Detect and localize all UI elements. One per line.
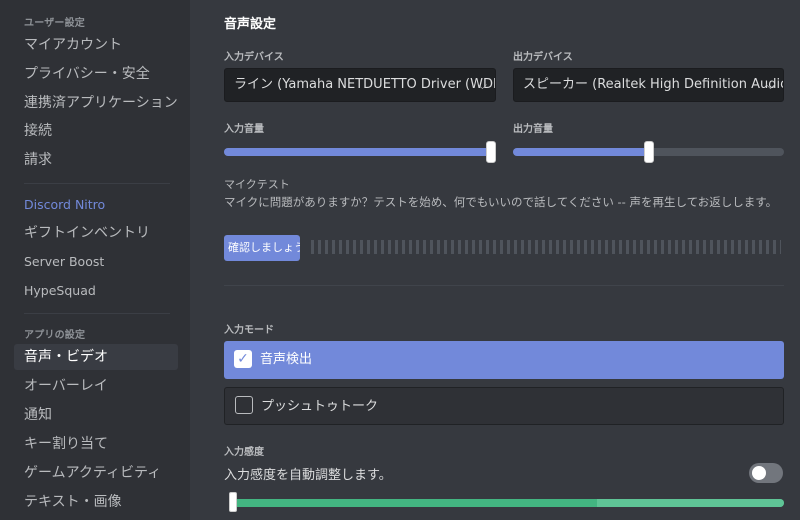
checkmark-icon: ✓	[234, 350, 252, 368]
output-device-label: 出力デバイス	[513, 52, 573, 63]
sidebar-item-gift-inventory[interactable]: ギフトインベントリ	[14, 220, 178, 246]
input-volume-slider[interactable]	[224, 141, 496, 163]
sensitivity-handle[interactable]	[229, 492, 237, 512]
sidebar-separator	[24, 183, 170, 184]
input-device-label: 入力デバイス	[224, 52, 284, 63]
sidebar-item-my-account[interactable]: マイアカウント	[14, 32, 178, 58]
mic-test-description: マイクに問題がありますか？テストを始め、何でもいいので話してください -- 声を…	[224, 195, 778, 209]
input-volume-label: 入力音量	[224, 124, 264, 135]
voice-settings-panel: 音声設定 入力デバイス 出力デバイス ライン (Yamaha NETDUETTO…	[190, 0, 800, 520]
input-mode-voice-activity[interactable]: ✓ 音声検出	[224, 341, 784, 379]
sidebar-item-hypesquad[interactable]: HypeSquad	[14, 278, 178, 304]
mic-level-meter	[311, 240, 781, 254]
page-title: 音声設定	[224, 17, 277, 32]
chevron-down-icon: ⌵	[765, 78, 775, 92]
sidebar-item-text-images[interactable]: テキスト・画像	[14, 489, 178, 515]
mic-test-title: マイクテスト	[224, 178, 290, 191]
checkbox-empty-icon	[235, 396, 253, 414]
sidebar-item-server-boost[interactable]: Server Boost	[14, 249, 178, 275]
input-mode-option-label: 音声検出	[260, 352, 313, 367]
sidebar-item-connections[interactable]: 接続	[14, 118, 178, 144]
output-volume-label: 出力音量	[513, 124, 553, 135]
sidebar-item-notifications[interactable]: 通知	[14, 402, 178, 428]
sidebar-item-keybinds[interactable]: キー割り当て	[14, 431, 178, 457]
sensitivity-level-fill	[597, 499, 784, 507]
input-mode-push-to-talk[interactable]: プッシュトゥトーク	[224, 387, 784, 425]
sidebar-item-nitro[interactable]: Discord Nitro	[14, 192, 178, 218]
output-volume-fill	[513, 148, 649, 156]
section-divider	[224, 285, 784, 286]
input-volume-handle[interactable]	[486, 141, 496, 163]
mic-test-button[interactable]: 確認しましょう	[224, 235, 300, 261]
sidebar-item-voice-video[interactable]: 音声・ビデオ	[14, 344, 178, 370]
input-mode-option-label: プッシュトゥトーク	[261, 399, 379, 414]
input-device-select[interactable]: ライン (Yamaha NETDUETTO Driver (WDM)) ⌵	[224, 68, 496, 102]
output-device-value: スピーカー (Realtek High Definition Audio)	[523, 77, 784, 92]
sidebar-separator	[24, 313, 170, 314]
input-volume-fill	[224, 148, 496, 156]
auto-sensitivity-toggle[interactable]	[749, 463, 783, 483]
sidebar-item-game-activity[interactable]: ゲームアクティビティ	[14, 460, 178, 486]
toggle-knob	[752, 466, 766, 480]
output-volume-slider[interactable]	[513, 141, 784, 163]
input-device-value: ライン (Yamaha NETDUETTO Driver (WDM))	[234, 77, 496, 92]
sensitivity-slider[interactable]	[229, 499, 784, 507]
user-settings-header: ユーザー設定	[24, 18, 85, 29]
sensitivity-label: 入力感度	[224, 447, 264, 458]
sidebar-item-authorized-apps[interactable]: 連携済アプリケーション	[14, 90, 178, 116]
auto-sensitivity-label: 入力感度を自動調整します。	[224, 468, 392, 483]
output-device-select[interactable]: スピーカー (Realtek High Definition Audio) ⌵	[513, 68, 784, 102]
output-volume-handle[interactable]	[644, 141, 654, 163]
input-mode-label: 入力モード	[224, 325, 274, 336]
sidebar-item-overlay[interactable]: オーバーレイ	[14, 373, 178, 399]
app-settings-header: アプリの設定	[24, 330, 86, 341]
sidebar-item-billing[interactable]: 請求	[14, 147, 178, 173]
sidebar-item-privacy[interactable]: プライバシー・安全	[14, 61, 178, 87]
chevron-down-icon: ⌵	[477, 78, 487, 92]
settings-sidebar: ユーザー設定 マイアカウント プライバシー・安全 連携済アプリケーション 接続 …	[0, 0, 190, 520]
